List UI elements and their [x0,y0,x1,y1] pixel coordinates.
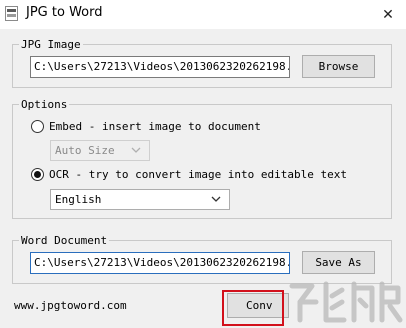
highlight-box [222,290,284,326]
language-select[interactable]: English [50,189,230,210]
close-icon: ✕ [382,6,394,23]
chevron-down-icon [131,147,141,153]
website-link[interactable]: www.jpgtoword.com [14,299,127,312]
chevron-down-icon [211,196,221,202]
jpg-path-input[interactable]: C:\Users\27213\Videos\2013062320262198.j… [30,56,290,78]
size-select-value: Auto Size [55,144,115,157]
doc-path-input[interactable]: C:\Users\27213\Videos\2013062320262198.d… [30,252,290,274]
ocr-radio-label[interactable]: OCR - try to convert image into editable… [49,168,347,182]
word-document-legend: Word Document [19,234,110,247]
window-title: JPG to Word [26,5,103,20]
size-select: Auto Size [50,140,150,161]
title-bar: JPG to Word ✕ [0,0,406,29]
watermark-logo [289,281,403,323]
browse-button[interactable]: Browse [302,55,375,78]
language-select-value: English [55,193,102,206]
save-as-button[interactable]: Save As [302,251,375,274]
close-button[interactable]: ✕ [370,0,406,29]
jpg-image-legend: JPG Image [19,38,83,51]
app-icon [5,6,18,21]
embed-radio[interactable] [31,120,44,133]
options-legend: Options [19,98,70,111]
ocr-radio[interactable] [31,168,44,181]
embed-radio-label[interactable]: Embed - insert image to document [49,120,261,134]
